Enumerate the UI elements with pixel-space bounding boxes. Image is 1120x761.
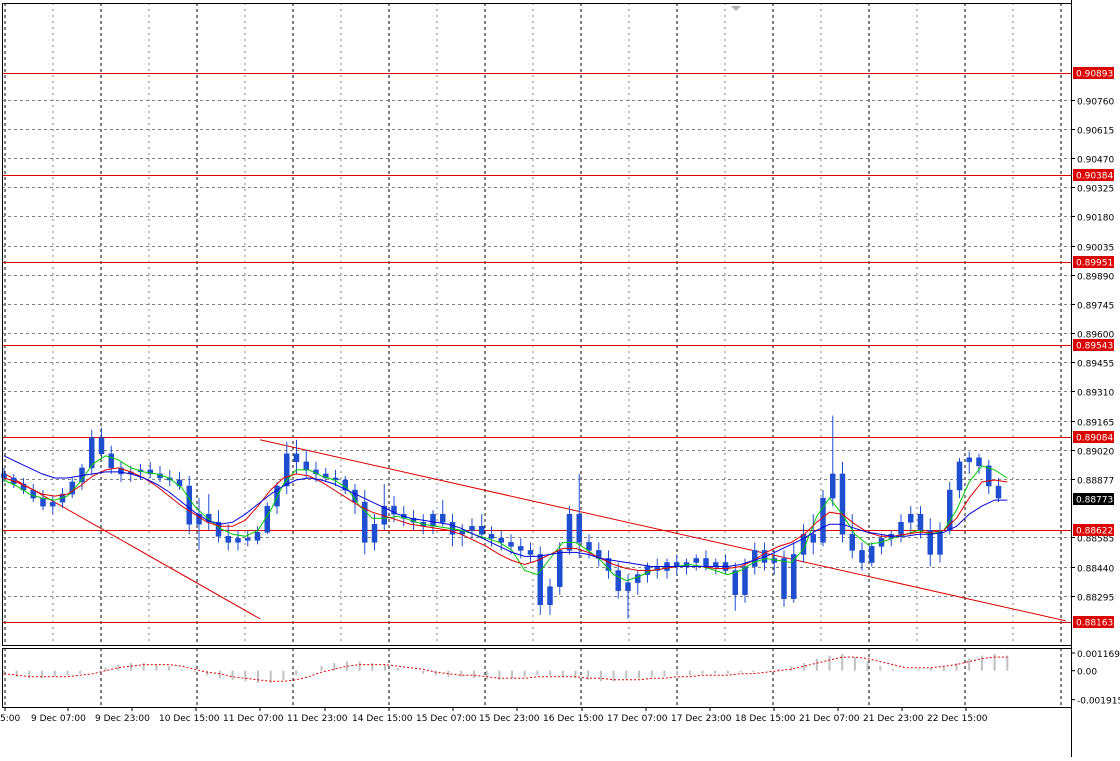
candle-body: [869, 546, 875, 563]
candle-body: [615, 570, 621, 591]
candle-body: [732, 570, 738, 595]
price-tick-label: 0.90180: [1077, 214, 1114, 224]
price-tick-label: 0.90035: [1077, 244, 1114, 254]
candle-body: [254, 532, 261, 541]
osc-tick-label: 0.001169: [1077, 650, 1120, 660]
price-tick-label: 0.89020: [1077, 448, 1114, 458]
candle-body: [703, 558, 709, 567]
osc-tick-label: -0.001915: [1077, 697, 1120, 707]
candle-body: [898, 521, 904, 535]
time-tick-label: 9 Dec 07:00: [31, 714, 86, 724]
price-tick-label: 0.90615: [1077, 127, 1114, 137]
candle-body: [225, 536, 231, 543]
time-tick-label: 15 Dec 23:00: [479, 714, 540, 724]
level-price-label: 0.90384: [1076, 172, 1113, 182]
time-tick-label: 9 Dec 23:00: [95, 714, 150, 724]
candle-body: [566, 513, 573, 551]
price-tick-label: 0.89455: [1077, 360, 1114, 370]
chart-background: [0, 0, 1120, 757]
level-price-label: 0.89084: [1076, 434, 1113, 444]
candle-body: [917, 513, 924, 531]
candle-body: [469, 526, 475, 531]
candle-body: [830, 473, 836, 499]
candle-body: [430, 513, 436, 527]
osc-tick-label: 0.00: [1077, 668, 1097, 678]
candle-body: [108, 453, 114, 469]
time-tick-label: 11 Dec 23:00: [287, 714, 348, 724]
candle-body: [50, 501, 56, 507]
candle-body: [40, 497, 46, 507]
candle-body: [966, 457, 972, 463]
level-price-label: 0.88163: [1076, 619, 1113, 629]
candle-body: [186, 485, 192, 525]
candle-body: [713, 562, 719, 567]
candle-body: [284, 453, 290, 487]
time-tick-label: 18 Dec 15:00: [735, 714, 796, 724]
candle-body: [781, 558, 787, 599]
candle-body: [693, 558, 699, 563]
time-tick-label: 16 Dec 15:00: [543, 714, 604, 724]
price-tick-label: 0.88295: [1077, 594, 1114, 604]
price-tick-label: 0.89165: [1077, 419, 1114, 429]
candle-body: [508, 542, 514, 547]
time-tick-label: 21 Dec 23:00: [863, 714, 924, 724]
candle-body: [810, 534, 816, 543]
candle-body: [937, 530, 943, 555]
candle-body: [576, 513, 582, 543]
candle-body: [547, 586, 553, 605]
candle-body: [488, 534, 495, 539]
candle-body: [371, 523, 378, 543]
price-tick-label: 0.88877: [1077, 477, 1114, 487]
time-tick-label: 11 Dec 07:00: [223, 714, 284, 724]
candle-body: [849, 534, 855, 551]
candle-body: [527, 550, 534, 555]
candle-body: [908, 513, 914, 523]
candle-body: [235, 538, 241, 543]
candle-body: [293, 453, 300, 463]
candle-body: [498, 538, 504, 543]
current-price-label: 0.88773: [1076, 496, 1113, 506]
candle-body: [742, 566, 748, 595]
level-price-label: 0.90893: [1076, 70, 1113, 80]
candle-body: [956, 461, 963, 491]
price-tick-label: 0.89745: [1077, 302, 1114, 312]
candle-body: [245, 538, 251, 541]
candle-body: [479, 526, 485, 535]
candle-body: [635, 574, 641, 583]
candle-body: [859, 550, 865, 563]
time-tick-label: 10 Dec 15:00: [159, 714, 220, 724]
candle-body: [303, 461, 309, 471]
time-tick-label: 5:00: [0, 714, 20, 724]
chart-window[interactable]: 0.90760 0.90615 0.90470 0.90325 0.90180 0.900…: [0, 0, 1120, 757]
candle-body: [625, 582, 631, 591]
price-tick-label: 0.90470: [1077, 156, 1114, 166]
candle-body: [586, 542, 592, 551]
time-tick-label: 22 Dec 15:00: [927, 714, 988, 724]
candle-body: [537, 554, 543, 605]
candle-body: [976, 457, 982, 467]
candle-body: [791, 554, 797, 599]
price-tick-label: 0.89310: [1077, 389, 1114, 399]
time-tick-label: 21 Dec 07:00: [799, 714, 860, 724]
price-tick-label: 0.90760: [1077, 98, 1114, 108]
time-tick-label: 15 Dec 07:00: [416, 714, 477, 724]
candle-body: [518, 546, 524, 551]
time-tick-label: 17 Dec 07:00: [607, 714, 668, 724]
price-tick-label: 0.88440: [1077, 565, 1114, 575]
level-price-label: 0.88622: [1076, 527, 1113, 537]
candle-body: [557, 550, 563, 587]
time-tick-label: 17 Dec 23:00: [671, 714, 732, 724]
price-tick-label: 0.90325: [1077, 185, 1114, 195]
candle-body: [995, 485, 1002, 499]
candle-body: [440, 513, 446, 523]
price-tick-label: 0.89890: [1077, 273, 1114, 283]
level-price-label: 0.89951: [1076, 259, 1113, 269]
level-price-label: 0.89543: [1076, 342, 1113, 352]
candle-body: [98, 437, 105, 455]
time-tick-label: 14 Dec 15:00: [352, 714, 413, 724]
price-chart-svg[interactable]: 0.90760 0.90615 0.90470 0.90325 0.90180 0.900…: [0, 0, 1120, 757]
